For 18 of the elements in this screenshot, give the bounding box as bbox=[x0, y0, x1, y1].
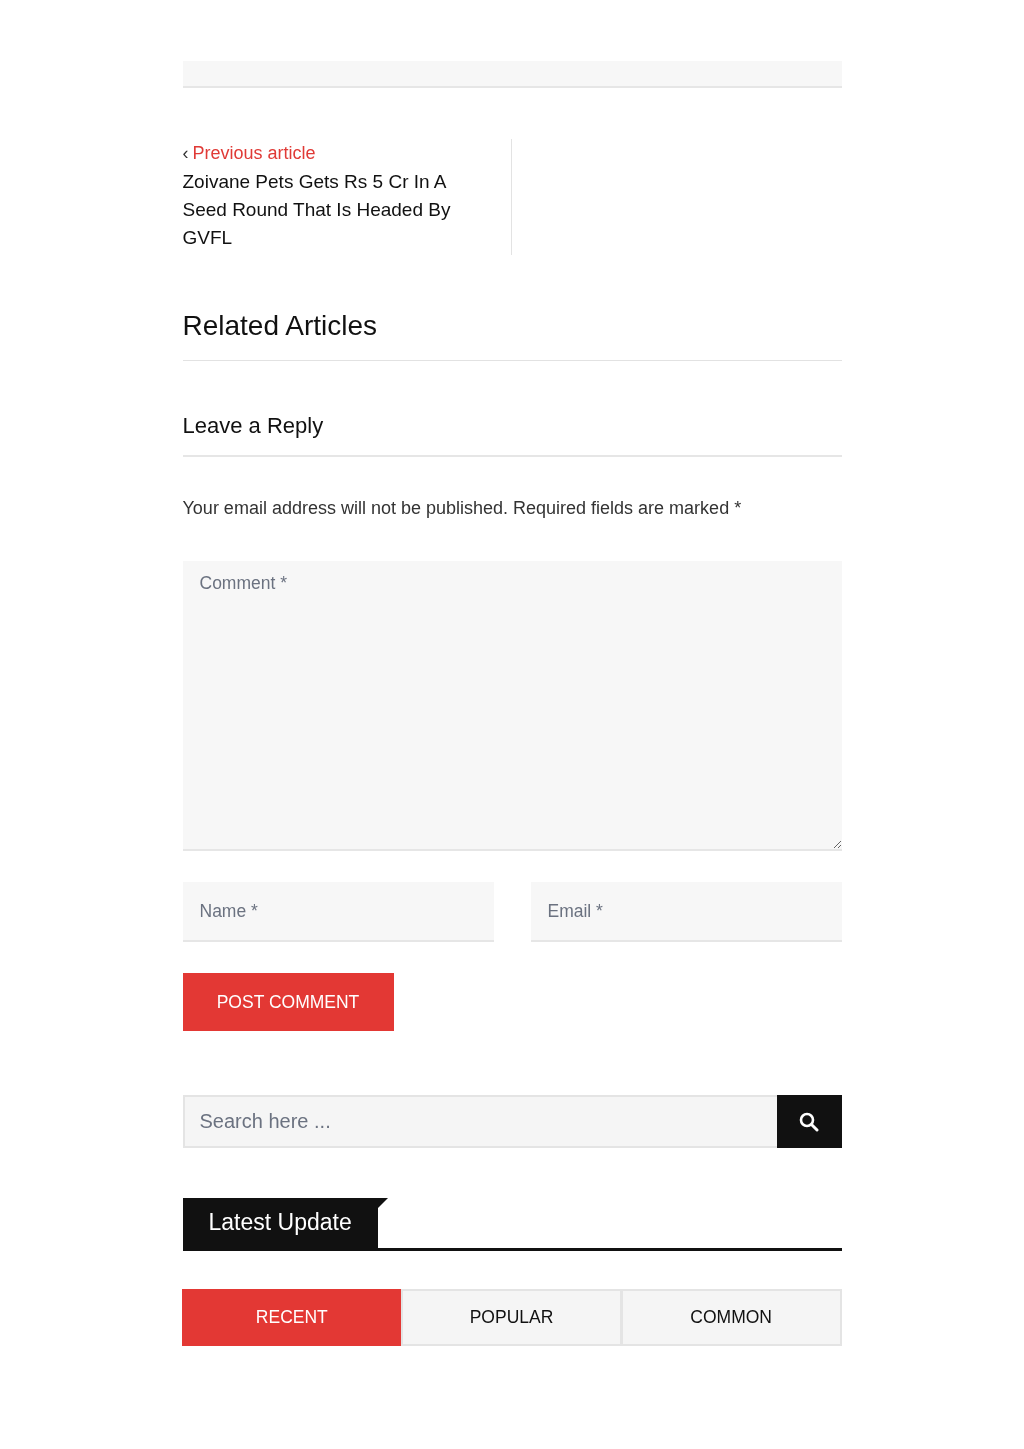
section-heading: Leave a Reply bbox=[182, 413, 842, 457]
section-heading: Related Articles bbox=[182, 310, 842, 361]
tab[interactable]: POPULAR bbox=[401, 1289, 622, 1346]
search-button[interactable] bbox=[776, 1095, 842, 1148]
article-title-link[interactable]: Zoivane Pets Gets Rs 5 Cr In A Seed Round That Is Headed By GVFL bbox=[182, 168, 491, 252]
previous-article-link[interactable]: Previous article bbox=[192, 143, 316, 164]
post-comment-button[interactable]: POST COMMENT bbox=[182, 973, 394, 1031]
name-field[interactable]: Name * bbox=[182, 882, 494, 942]
tab[interactable]: RECENT bbox=[181, 1289, 403, 1346]
search-field[interactable]: Search here ... bbox=[182, 1095, 777, 1148]
widget-title: Latest Update bbox=[182, 1198, 378, 1248]
comment-field[interactable]: Comment * bbox=[182, 561, 842, 851]
chevron-icon: ‹ bbox=[182, 143, 189, 164]
tab[interactable]: COMMON bbox=[620, 1289, 842, 1346]
notice-text: Your email address will not be published. Required fields are marked * bbox=[182, 498, 743, 519]
search-icon bbox=[799, 1111, 819, 1132]
corner-mark bbox=[377, 1198, 388, 1208]
email-field[interactable]: Email * bbox=[530, 882, 842, 942]
